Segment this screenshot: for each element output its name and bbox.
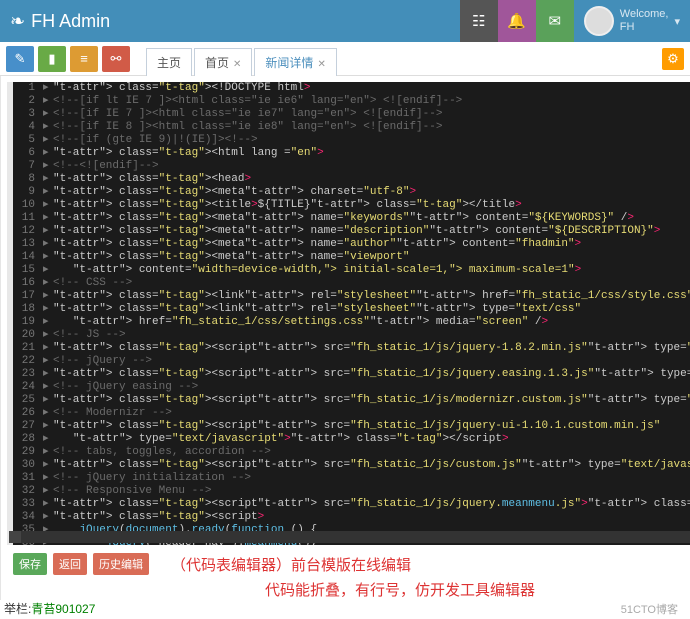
code-line[interactable]: 29▸<!-- tabs, toggles, accordion --> [13,446,690,459]
edit-button[interactable]: ✎ [6,46,34,72]
close-icon[interactable]: ✕ [233,59,241,70]
scroll-left-icon[interactable] [9,531,21,543]
save-button[interactable]: 保存 [13,553,47,575]
code-line[interactable]: 2▸<!--[if lt IE 7 ]><html class="ie ie6"… [13,95,690,108]
editor-panel: 1▸"t-attr"> class="t-tag"><!DOCTYPE html… [1,76,690,600]
tab-index[interactable]: 首页✕ [194,48,252,76]
code-line[interactable]: 20▸<!-- JS --> [13,329,690,342]
code-line[interactable]: 4▸<!--[if IE 8 ]><html class="ie ie8" la… [13,121,690,134]
code-line[interactable]: 3▸<!--[if IE 7 ]><html class="ie ie7" la… [13,108,690,121]
leaf-icon: ❧ [10,11,25,32]
code-line[interactable]: 34▸"t-attr"> class="t-tag"><script> [13,511,690,524]
code-line[interactable]: 11▸"t-attr"> class="t-tag"><meta"t-attr"… [13,212,690,225]
avatar [584,6,614,36]
settings-button[interactable]: ⚙ [662,48,684,70]
code-line[interactable]: 32▸<!-- Responsive Menu --> [13,485,690,498]
alerts-button[interactable]: 🔔 [498,0,536,42]
main-area: ⊞ 后台首页 🖵 系统管理 ⌄ 👥 用户管理 ⌄ ⚙ 系统工具 ⌄ ☰ 资源管理… [0,76,690,600]
code-line[interactable]: 25▸"t-attr"> class="t-tag"><script"t-att… [13,394,690,407]
code-line[interactable]: 6▸"t-attr"> class="t-tag"><html lang ="e… [13,147,690,160]
user-menu[interactable]: Welcome, FH ▾ [574,6,690,36]
chart-icon: ▮ [48,51,55,67]
pencil-icon: ✎ [15,51,26,67]
messages-button[interactable]: ✉ [536,0,574,42]
share-icon: ⚯ [111,51,122,67]
code-editor[interactable]: 1▸"t-attr"> class="t-tag"><!DOCTYPE html… [7,82,690,545]
code-line[interactable]: 1▸"t-attr"> class="t-tag"><!DOCTYPE html… [13,82,690,95]
code-line[interactable]: 21▸"t-attr"> class="t-tag"><script"t-att… [13,342,690,355]
back-button[interactable]: 返回 [53,553,87,575]
code-line[interactable]: 28▸ "t-attr"> type="text/javascript">"t-… [13,433,690,446]
code-line[interactable]: 24▸<!-- jQuery easing --> [13,381,690,394]
code-line[interactable]: 5▸<!--[if (gte IE 9)|!(IE)]><!--> [13,134,690,147]
scrollbar-horizontal[interactable] [9,531,690,543]
page-footer-right: 51CTO博客 [621,601,678,617]
history-button[interactable]: 历史编辑 [93,553,149,575]
code-line[interactable]: 12▸"t-attr"> class="t-tag"><meta"t-attr"… [13,225,690,238]
share-button[interactable]: ⚯ [102,46,130,72]
list-button[interactable]: ≡ [70,46,98,72]
close-icon[interactable]: ✕ [317,59,325,70]
toolbar: ✎ ▮ ≡ ⚯ 主页 首页✕ 新闻详情✕ ⚙ [0,42,690,76]
code-line[interactable]: 17▸"t-attr"> class="t-tag"><link"t-attr"… [13,290,690,303]
bell-icon: 🔔 [507,12,526,30]
code-line[interactable]: 10▸"t-attr"> class="t-tag"><title>${TITL… [13,199,690,212]
page-footer-left: 举栏:青苔901027 [4,600,95,617]
tasks-button[interactable]: ☷ [460,0,498,42]
code-line[interactable]: 19▸ "t-attr"> href="fh_static_1/css/sett… [13,316,690,329]
footer-note-1: （代码表编辑器）前台模版在线编辑 [171,554,411,575]
code-line[interactable]: 18▸"t-attr"> class="t-tag"><link"t-attr"… [13,303,690,316]
tab-bar: 主页 首页✕ 新闻详情✕ [146,42,337,76]
editor-footer: 保存 返回 历史编辑 （代码表编辑器）前台模版在线编辑 [1,549,690,579]
code-line[interactable]: 13▸"t-attr"> class="t-tag"><meta"t-attr"… [13,238,690,251]
code-line[interactable]: 9▸"t-attr"> class="t-tag"><meta"t-attr">… [13,186,690,199]
stats-button[interactable]: ▮ [38,46,66,72]
code-line[interactable]: 8▸"t-attr"> class="t-tag"><head> [13,173,690,186]
footer-note-2: 代码能折叠，有行号，仿开发工具编辑器 [1,579,690,600]
code-line[interactable]: 31▸<!-- jQuery initialization --> [13,472,690,485]
code-line[interactable]: 26▸<!-- Modernizr --> [13,407,690,420]
code-line[interactable]: 30▸"t-attr"> class="t-tag"><script"t-att… [13,459,690,472]
code-line[interactable]: 27▸"t-attr"> class="t-tag"><script"t-att… [13,420,690,433]
code-line[interactable]: 15▸ "t-attr"> content="width=device-widt… [13,264,690,277]
app-logo[interactable]: ❧ FH Admin [0,11,110,32]
tasks-icon: ☷ [472,12,485,30]
list-icon: ≡ [80,51,88,66]
user-text: Welcome, FH [620,8,669,34]
brand-name: FH Admin [31,11,110,32]
code-line[interactable]: 22▸<!-- jQuery --> [13,355,690,368]
top-header: ❧ FH Admin ☷ 🔔 ✉ Welcome, FH ▾ [0,0,690,42]
code-line[interactable]: 16▸<!-- CSS --> [13,277,690,290]
mail-icon: ✉ [548,12,561,30]
code-line[interactable]: 33▸"t-attr"> class="t-tag"><script"t-att… [13,498,690,511]
code-line[interactable]: 23▸"t-attr"> class="t-tag"><script"t-att… [13,368,690,381]
chevron-down-icon: ▾ [674,15,680,28]
tab-news-detail[interactable]: 新闻详情✕ [254,48,336,76]
code-line[interactable]: 14▸"t-attr"> class="t-tag"><meta"t-attr"… [13,251,690,264]
tab-home[interactable]: 主页 [146,48,192,76]
code-line[interactable]: 7▸<!--<![endif]--> [13,160,690,173]
gear-icon: ⚙ [667,51,679,67]
